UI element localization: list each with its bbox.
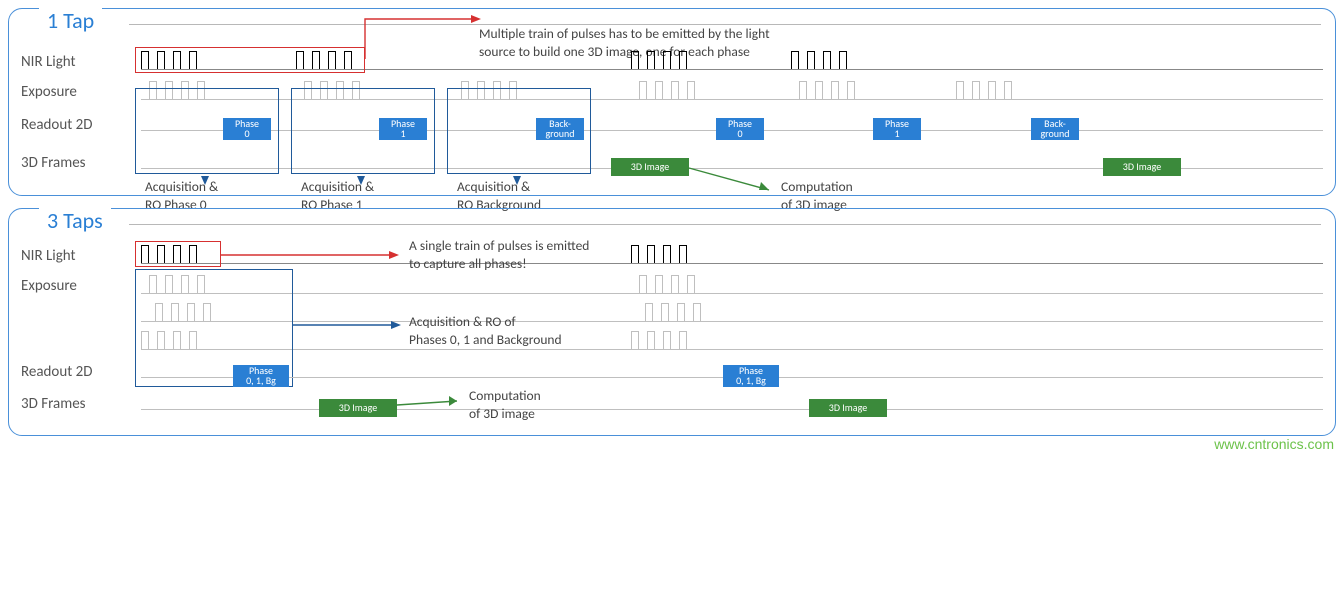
row2-readout: Readout 2D Phase0, 1, Bg Phase0, 1, Bg — [21, 355, 1323, 389]
nir2-pulses-1 — [631, 245, 695, 263]
label-3d-frames: 3D Frames — [21, 154, 141, 172]
phase-box-bgb: Back-ground — [1031, 118, 1079, 140]
panel-3-taps: 3 Taps NIR Light A single train of pulse… — [8, 208, 1336, 436]
phase2-box-a: Phase0, 1, Bg — [233, 365, 289, 387]
panel-1-tap: 1 Tap Multiple train of pulses has to be… — [8, 8, 1336, 196]
img3d2-b: 3D Image — [809, 399, 887, 417]
label2-frames: 3D Frames — [21, 395, 141, 413]
img3d-box-1: 3D Image — [611, 158, 689, 176]
img3d-box-2: 3D Image — [1103, 158, 1181, 176]
panel2-red-callout: A single train of pulses is emittedto ca… — [409, 237, 589, 272]
exp-pulses-5 — [956, 81, 1020, 99]
label-readout-2d: Readout 2D — [21, 116, 141, 134]
exp2-p1-b — [645, 303, 709, 321]
label2-exposure: Exposure — [21, 271, 141, 295]
red-arrow-pulses — [365, 13, 485, 59]
exp-pulses-4 — [799, 81, 863, 99]
panel1-title: 1 Tap — [39, 7, 102, 34]
nir-pulses-train-3 — [631, 51, 695, 69]
panel2-title: 3 Taps — [39, 207, 111, 234]
acq2-arrow — [293, 321, 403, 335]
acq-outline-1 — [291, 88, 435, 174]
phase-box-1b: Phase1 — [873, 118, 921, 140]
row-nir-light: NIR Light — [21, 47, 1323, 77]
exp2-bg-b — [631, 331, 695, 349]
row-3d-frames: 3D Frames Acquisition &RO Phase 0 Acquis… — [21, 143, 1323, 183]
nir-pulses-train-4 — [791, 51, 855, 69]
acq-outline-2 — [447, 88, 591, 174]
row2-exposure: Exposure Acquisition & RO ofPhases 0, 1 … — [21, 271, 1323, 355]
green-arrow2-computation — [397, 401, 477, 419]
label2-nir: NIR Light — [21, 247, 141, 265]
label2-readout: Readout 2D — [21, 363, 141, 381]
exp2-p0-b — [639, 275, 703, 293]
row2-frames: 3D Frames 3D Image 3D Image Computationo… — [21, 389, 1323, 419]
red-outline-single-train — [135, 241, 221, 267]
phase-box-0b: Phase0 — [716, 118, 764, 140]
panel2-rule — [129, 224, 1321, 225]
red-outline-pulse-trains — [135, 47, 365, 73]
acq-outline-0 — [135, 88, 279, 174]
acq2-label: Acquisition & RO ofPhases 0, 1 and Backg… — [409, 313, 562, 348]
computation2-label: Computationof 3D image — [469, 387, 541, 422]
phase2-box-b: Phase0, 1, Bg — [723, 365, 779, 387]
watermark: www.cntronics.com — [1214, 436, 1334, 452]
row2-nir-light: NIR Light A single train of pulses is em… — [21, 241, 1323, 271]
img3d2-a: 3D Image — [319, 399, 397, 417]
exp-pulses-3 — [639, 81, 703, 99]
label-nir-light: NIR Light — [21, 53, 141, 71]
label-exposure: Exposure — [21, 83, 141, 101]
red-arrow-single-train — [221, 251, 401, 265]
